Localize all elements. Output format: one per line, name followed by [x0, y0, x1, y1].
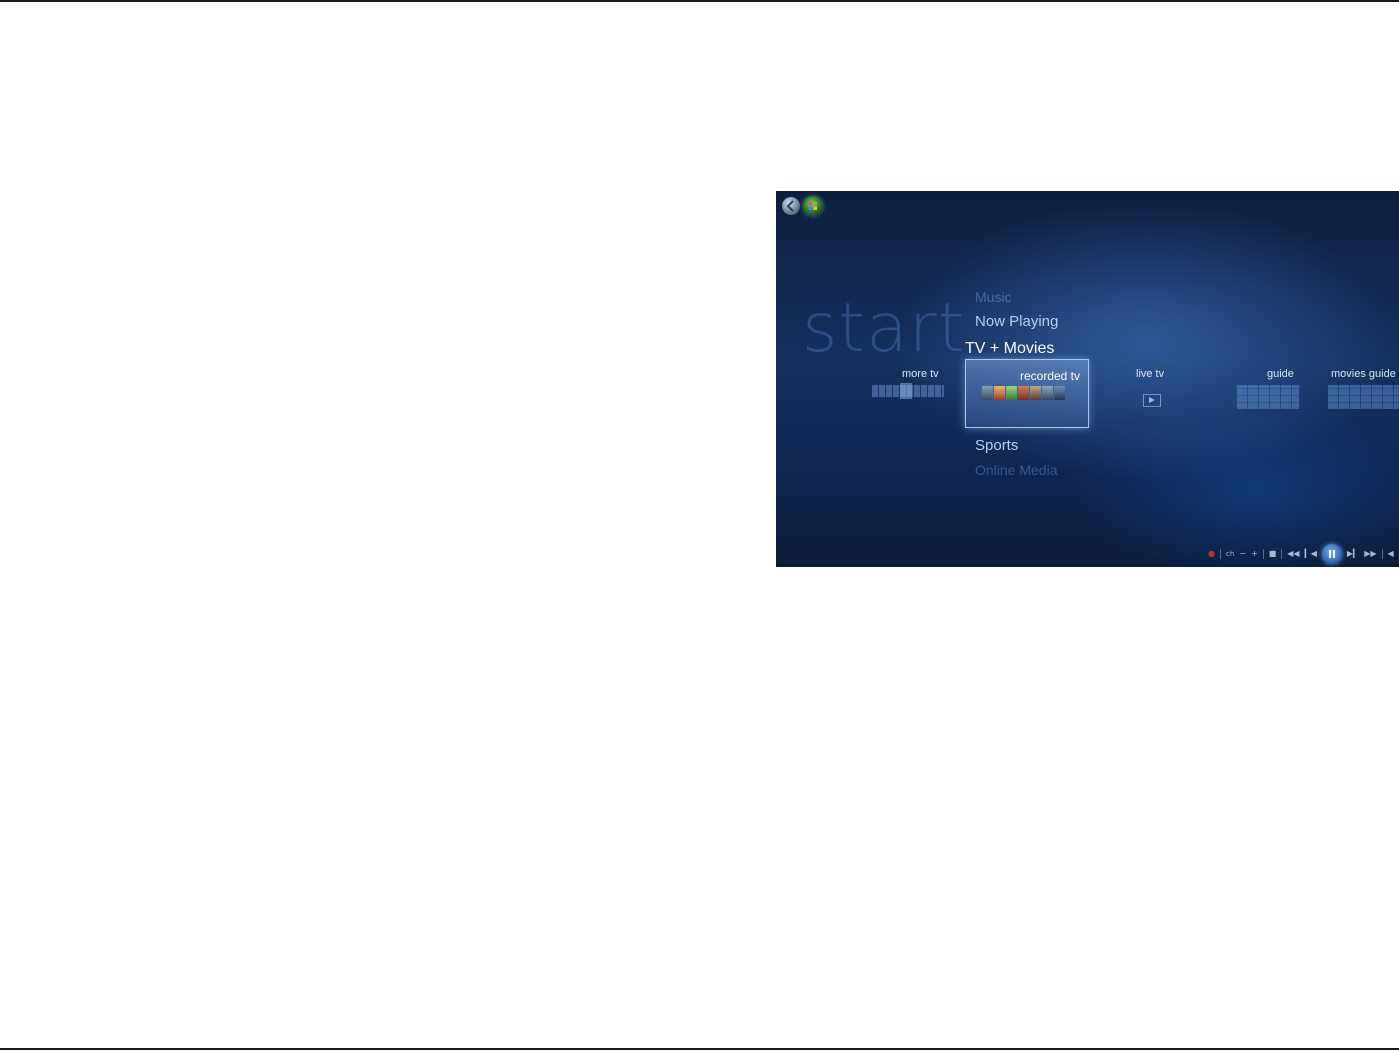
movies-guide-tile[interactable]: [1328, 385, 1399, 409]
channel-up-button[interactable]: +: [1251, 550, 1258, 558]
recorded-tv-label: recorded tv: [1019, 369, 1080, 383]
volume-button[interactable]: ◀: [1388, 550, 1394, 558]
channel-label: ch: [1225, 549, 1235, 558]
strip-item-more-tv[interactable]: more tv: [902, 368, 939, 380]
thumbnail: [1018, 386, 1029, 400]
pause-icon[interactable]: [1321, 544, 1342, 564]
rewind-button[interactable]: ◀◀: [1287, 550, 1299, 558]
transport-controls: ● ch − + ■ ◀◀ ▎◀ ▶▎ ▶▶ ◀: [1208, 544, 1394, 564]
menu-item-online-media[interactable]: Online Media: [975, 462, 1058, 478]
thumbnail: [982, 386, 993, 400]
divider: [1262, 549, 1264, 559]
more-tv-tile[interactable]: [872, 383, 944, 399]
strip-item-live-tv[interactable]: live tv: [1136, 368, 1164, 380]
guide-tile[interactable]: [1237, 385, 1299, 409]
recorded-tv-thumbnails: [982, 386, 1065, 400]
divider: [1219, 549, 1221, 559]
thumbnail: [994, 386, 1005, 400]
stop-button[interactable]: ■: [1269, 550, 1277, 558]
menu-item-tv-movies[interactable]: TV + Movies: [965, 340, 1054, 358]
back-orb-icon[interactable]: [782, 197, 800, 215]
divider: [1381, 549, 1383, 559]
next-button[interactable]: ▶▎: [1347, 550, 1359, 558]
strip-item-recorded-tv[interactable]: recorded tv: [965, 359, 1089, 428]
windows-orb-icon[interactable]: [803, 196, 823, 216]
divider: [1281, 549, 1283, 559]
previous-button[interactable]: ▎◀: [1305, 550, 1317, 558]
top-rule: [0, 0, 1399, 2]
play-icon[interactable]: [1143, 394, 1161, 407]
start-label: start: [802, 289, 966, 368]
thumbnail: [1042, 386, 1053, 400]
strip-item-movies-guide[interactable]: movies guide: [1331, 368, 1396, 380]
thumbnail: [1006, 386, 1017, 400]
thumbnail: [1030, 386, 1041, 400]
record-icon[interactable]: ●: [1208, 550, 1215, 558]
menu-item-music[interactable]: Music: [975, 289, 1012, 305]
bottom-rule: [0, 1048, 1399, 1050]
thumbnail: [1054, 386, 1065, 400]
channel-down-button[interactable]: −: [1239, 550, 1246, 558]
media-center-screen: start Music Now Playing TV + Movies Spor…: [776, 191, 1399, 567]
menu-item-sports[interactable]: Sports: [975, 437, 1018, 454]
fast-forward-button[interactable]: ▶▶: [1364, 550, 1376, 558]
strip-item-guide[interactable]: guide: [1267, 368, 1294, 380]
menu-item-now-playing[interactable]: Now Playing: [975, 313, 1058, 330]
